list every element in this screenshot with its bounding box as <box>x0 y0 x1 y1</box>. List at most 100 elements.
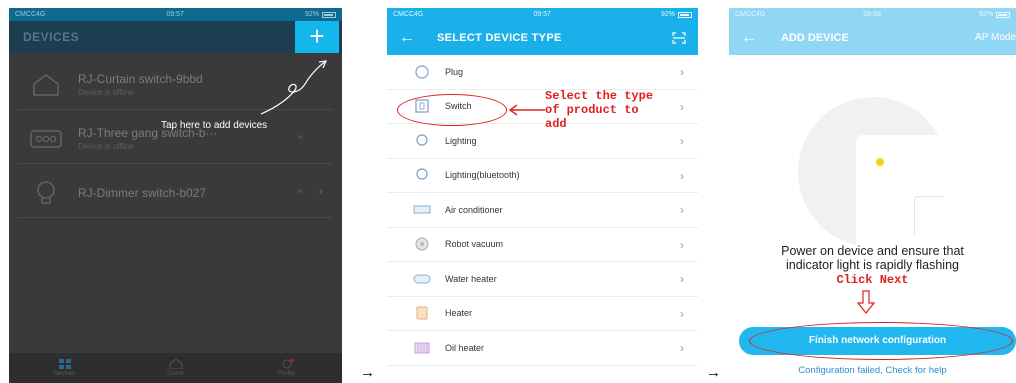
finish-highlight-ellipse <box>749 322 1013 360</box>
chevron-right-icon: › <box>680 237 684 252</box>
devices-screen: CMCC4G 09:57 92% DEVICES + RJ-Curtain sw… <box>9 8 342 383</box>
type-row-plug[interactable]: Plug › <box>387 55 698 90</box>
status-bar: CMCC4G 09:57 92% <box>9 8 342 21</box>
device-name: RJ-Dimmer switch-b027 <box>78 185 207 200</box>
instruction-line: Power on device and ensure that <box>781 244 964 258</box>
profile-icon <box>282 359 293 369</box>
type-row-air-conditioner[interactable]: Air conditioner › <box>387 193 698 228</box>
annotation-arrow-icon <box>508 104 545 116</box>
page-title: ADD DEVICE <box>781 32 849 44</box>
battery-label: 92% <box>660 11 675 18</box>
tab-label: Scene <box>166 371 184 377</box>
chevron-right-icon: › <box>680 272 684 286</box>
back-arrow-icon[interactable]: ← <box>387 29 427 47</box>
configuration-help-link[interactable]: Configuration failed, Check for help <box>729 365 1016 376</box>
page-title: DEVICES <box>23 30 80 44</box>
tab-devices[interactable]: Devices <box>9 353 120 383</box>
bottom-tab-bar: Devices Scene Profile <box>9 353 342 383</box>
air-conditioner-icon <box>413 203 431 217</box>
type-label: Plug <box>445 66 464 77</box>
annotation-line: add <box>545 117 567 131</box>
type-label: Heater <box>445 308 473 319</box>
chevron-right-icon: › <box>680 306 684 321</box>
chevron-right-icon: › <box>680 341 684 355</box>
heater-icon <box>413 306 431 320</box>
bulb-icon <box>413 134 431 148</box>
battery-label: 92% <box>978 11 993 18</box>
add-device-hint: Tap here to add devices <box>161 120 268 131</box>
wifi-icon: ≈ <box>298 132 303 142</box>
carrier-label: CMCC4G <box>735 11 766 18</box>
battery-icon <box>678 11 692 18</box>
type-label: Air conditioner <box>445 204 503 215</box>
robot-vacuum-icon <box>413 237 431 251</box>
add-device-header: ← ADD DEVICE AP Mode <box>729 21 1016 55</box>
curtain-switch-icon <box>30 72 62 98</box>
chevron-right-icon: › <box>680 203 684 217</box>
type-row-robot-vacuum[interactable]: Robot vacuum › <box>387 228 698 262</box>
select-type-header: ← SELECT DEVICE TYPE <box>387 21 698 55</box>
oil-heater-icon <box>413 341 431 355</box>
status-bar: CMCC4G 09:57 92% <box>387 8 698 21</box>
indicator-light-icon <box>875 158 884 166</box>
annotation-line: of product to <box>545 103 639 117</box>
type-row-oil-heater[interactable]: Oil heater › <box>387 331 698 366</box>
battery-label: 92% <box>304 11 319 18</box>
device-status: Device is offline <box>78 88 134 97</box>
chevron-right-icon: › <box>680 134 684 148</box>
battery-icon <box>996 11 1010 18</box>
instruction-line: indicator light is rapidly flashing <box>785 258 959 272</box>
device-row-dimmer[interactable]: RJ-Dimmer switch-b027 ≈ › <box>18 168 333 218</box>
switch-highlight-ellipse <box>397 94 507 126</box>
bulb-icon <box>413 168 431 182</box>
status-bar: CMCC4G 09:58 92% <box>729 8 1016 21</box>
type-row-water-heater[interactable]: Water heater › <box>387 262 698 297</box>
carrier-label: CMCC4G <box>393 11 424 18</box>
chevron-right-icon: › <box>680 99 684 114</box>
flow-arrow-icon: → <box>706 364 721 381</box>
bulb-icon <box>30 180 62 206</box>
power-on-instruction: Power on device and ensure that indicato… <box>729 244 1016 272</box>
chevron-right-icon: › <box>680 65 684 79</box>
type-label: Oil heater <box>445 342 485 353</box>
devices-header: DEVICES + <box>9 21 342 53</box>
type-label: Lighting(bluetooth) <box>445 170 520 181</box>
ap-mode-link[interactable]: AP Mode <box>975 32 1016 43</box>
scan-icon[interactable] <box>672 32 686 44</box>
add-device-button[interactable]: + <box>295 21 339 53</box>
type-row-lighting-bluetooth[interactable]: Lighting(bluetooth) › <box>387 159 698 193</box>
wifi-icon: ≈ <box>298 186 303 196</box>
page-title: SELECT DEVICE TYPE <box>437 32 562 44</box>
flow-arrow-icon: → <box>360 364 375 381</box>
chevron-right-icon: › <box>680 168 684 183</box>
type-label: Water heater <box>445 273 497 284</box>
tab-profile[interactable]: Profile <box>231 353 342 383</box>
switch-button-illustration <box>913 196 948 247</box>
select-type-annotation: Select the type of product to add <box>545 89 653 131</box>
tab-label: Devices <box>53 371 76 377</box>
device-name: RJ-Curtain switch-9bbd <box>78 72 203 86</box>
tutorial-canvas: CMCC4G 09:57 92% DEVICES + RJ-Curtain sw… <box>0 0 1016 383</box>
battery-icon <box>322 11 336 18</box>
device-status: Device is offline <box>78 142 134 151</box>
carrier-label: CMCC4G <box>15 11 46 18</box>
home-icon <box>169 359 182 369</box>
tab-scene[interactable]: Scene <box>120 353 231 383</box>
grid-icon <box>58 359 71 369</box>
device-illustration <box>797 97 948 247</box>
down-arrow-icon <box>857 290 875 314</box>
three-gang-switch-icon <box>30 126 62 152</box>
back-arrow-icon[interactable]: ← <box>729 29 769 47</box>
type-row-heater[interactable]: Heater › <box>387 297 698 331</box>
water-heater-icon <box>413 272 431 286</box>
tab-label: Profile <box>277 371 295 377</box>
type-label: Robot vacuum <box>445 239 504 250</box>
chevron-right-icon: › <box>318 183 323 198</box>
time-label: 09:57 <box>166 11 184 18</box>
click-next-annotation: Click Next <box>836 273 909 287</box>
plug-icon <box>413 65 431 79</box>
select-device-type-screen: CMCC4G 09:57 92% ← SELECT DEVICE TYPE Pl… <box>387 8 698 383</box>
annotation-line: Select the type <box>545 89 654 103</box>
add-device-screen: CMCC4G 09:58 92% ← ADD DEVICE AP Mode Po… <box>729 8 1016 383</box>
hint-arrow-icon <box>260 60 327 115</box>
